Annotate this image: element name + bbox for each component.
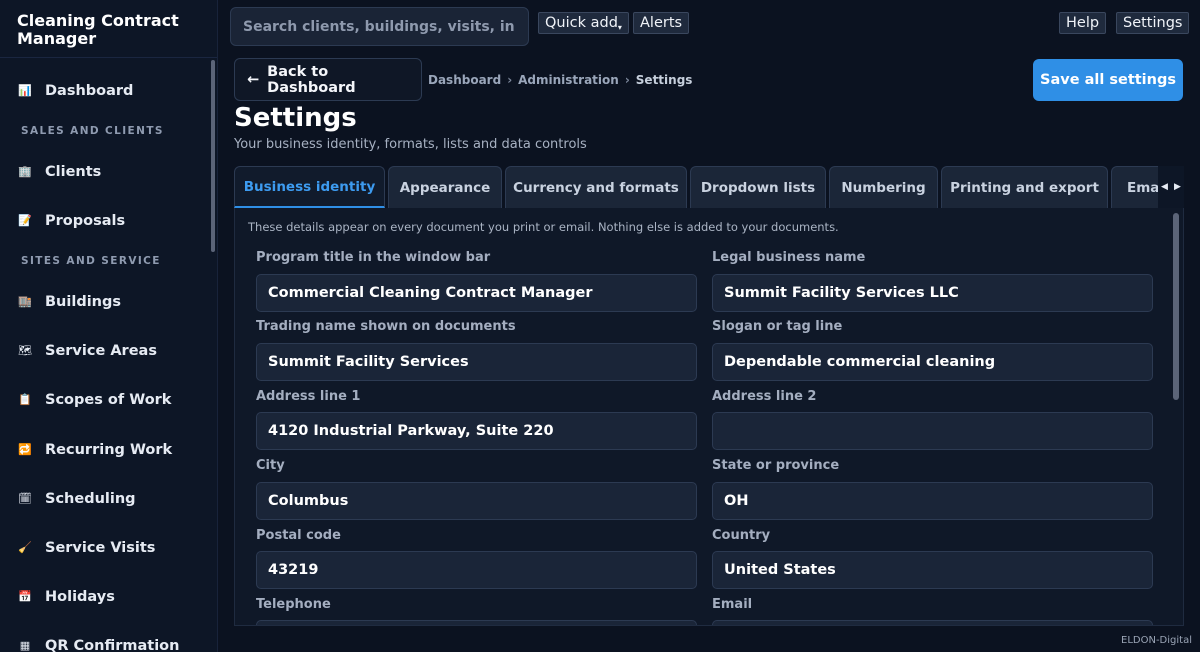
- chevron-right-icon[interactable]: ▶: [1171, 166, 1184, 208]
- sidebar-divider: [0, 57, 217, 58]
- sidebar-section-sites: SITES AND SERVICE: [21, 255, 161, 267]
- sidebar-item-scopes-of-work[interactable]: 📋 Scopes of Work: [0, 385, 210, 415]
- breadcrumb-administration[interactable]: Administration: [518, 73, 619, 87]
- sidebar-item-recurring-work[interactable]: 🔁 Recurring Work: [0, 435, 210, 465]
- calendar-spiral-icon: 🗓: [18, 492, 32, 505]
- tab-business-identity[interactable]: Business identity: [234, 166, 385, 208]
- telephone-field[interactable]: [256, 620, 697, 625]
- page-subtitle: Your business identity, formats, lists a…: [234, 137, 587, 152]
- breadcrumb: Dashboard › Administration › Settings: [428, 73, 692, 87]
- save-all-settings-button[interactable]: Save all settings: [1033, 59, 1183, 101]
- address-line-1-label: Address line 1: [256, 389, 361, 404]
- sidebar-item-label: Service Visits: [45, 540, 156, 556]
- program-title-label: Program title in the window bar: [256, 250, 491, 265]
- tab-appearance[interactable]: Appearance: [388, 166, 502, 208]
- sidebar-item-label: Holidays: [45, 589, 115, 605]
- page-title: Settings: [234, 103, 357, 133]
- address-line-2-field[interactable]: [712, 412, 1153, 450]
- broom-icon: 🧹: [18, 541, 32, 554]
- quick-add-label: Quick add: [545, 15, 618, 31]
- country-label: Country: [712, 528, 771, 543]
- breadcrumb-separator: ›: [624, 73, 630, 87]
- clipboard-icon: 📋: [18, 393, 32, 406]
- tab-scroll-controls: ◀ ▶: [1158, 166, 1184, 208]
- back-button-label: Back to Dashboard: [267, 63, 356, 96]
- qr-code-icon: ▦: [19, 639, 31, 652]
- state-label: State or province: [712, 458, 840, 473]
- sidebar-item-clients[interactable]: 🏢 Clients: [0, 157, 210, 187]
- tab-printing-and-export[interactable]: Printing and export: [941, 166, 1108, 208]
- panel-note: These details appear on every document y…: [248, 220, 839, 234]
- breadcrumb-separator: ›: [507, 73, 513, 87]
- legal-name-field[interactable]: [712, 274, 1153, 312]
- sidebar: Cleaning Contract Manager 📊 Dashboard SA…: [0, 0, 218, 652]
- calendar-icon: 📅: [18, 590, 32, 603]
- office-building-icon: 🏢: [18, 165, 32, 178]
- state-field[interactable]: [712, 482, 1153, 520]
- sidebar-item-label: Service Areas: [45, 343, 157, 359]
- country-field[interactable]: [712, 551, 1153, 589]
- postal-code-field[interactable]: [256, 551, 697, 589]
- slogan-field[interactable]: [712, 343, 1153, 381]
- address-line-1-field[interactable]: [256, 412, 697, 450]
- settings-tabs: Business identity Appearance Currency an…: [234, 166, 1184, 208]
- sidebar-item-dashboard[interactable]: 📊 Dashboard: [0, 76, 210, 106]
- panel-scrollbar[interactable]: [1173, 213, 1179, 400]
- sidebar-item-label: QR Confirmation: [45, 638, 180, 652]
- sidebar-item-label: Buildings: [45, 294, 121, 310]
- program-title-field[interactable]: [256, 274, 697, 312]
- sidebar-item-holidays[interactable]: 📅 Holidays: [0, 582, 210, 612]
- tab-dropdown-lists[interactable]: Dropdown lists: [690, 166, 826, 208]
- postal-code-label: Postal code: [256, 528, 341, 543]
- memo-icon: 📝: [18, 214, 32, 227]
- tab-numbering[interactable]: Numbering: [829, 166, 938, 208]
- sidebar-item-service-visits[interactable]: 🧹 Service Visits: [0, 533, 210, 563]
- back-to-dashboard-button[interactable]: ← Back to Dashboard: [234, 58, 422, 101]
- arrow-left-icon: ←: [247, 71, 260, 88]
- search-input[interactable]: [230, 7, 529, 46]
- business-identity-panel: These details appear on every document y…: [234, 208, 1184, 626]
- sidebar-item-label: Scheduling: [45, 491, 136, 507]
- breadcrumb-dashboard[interactable]: Dashboard: [428, 73, 501, 87]
- slogan-label: Slogan or tag line: [712, 319, 843, 334]
- city-label: City: [256, 458, 285, 473]
- help-button[interactable]: Help: [1059, 12, 1107, 34]
- sidebar-item-buildings[interactable]: 🏬 Buildings: [0, 287, 210, 317]
- sidebar-section-sales: SALES AND CLIENTS: [21, 125, 164, 137]
- sidebar-item-label: Scopes of Work: [45, 392, 172, 408]
- sidebar-item-service-areas[interactable]: 🗺 Service Areas: [0, 336, 210, 366]
- app-title: Cleaning Contract Manager: [17, 11, 179, 48]
- sidebar-item-label: Clients: [45, 164, 102, 180]
- sidebar-item-label: Recurring Work: [45, 442, 173, 458]
- footer-brand: ELDON-Digital: [1121, 635, 1192, 646]
- map-icon: 🗺: [18, 344, 32, 357]
- sidebar-item-proposals[interactable]: 📝 Proposals: [0, 206, 210, 236]
- buildings-icon: 🏬: [18, 295, 32, 308]
- email-field[interactable]: [712, 620, 1153, 625]
- alerts-button[interactable]: Alerts: [633, 12, 690, 34]
- sidebar-item-scheduling[interactable]: 🗓 Scheduling: [0, 484, 210, 514]
- sidebar-item-qr-confirmation[interactable]: ▦ QR Confirmation: [0, 631, 210, 652]
- sidebar-scrollbar[interactable]: [211, 60, 215, 252]
- tab-currency-and-formats[interactable]: Currency and formats: [505, 166, 687, 208]
- chart-icon: 📊: [18, 84, 32, 97]
- email-label: Email: [712, 597, 753, 612]
- trading-name-label: Trading name shown on documents: [256, 319, 516, 334]
- telephone-label: Telephone: [256, 597, 331, 612]
- city-field[interactable]: [256, 482, 697, 520]
- settings-button[interactable]: Settings: [1116, 12, 1190, 34]
- chevron-down-icon: ▾: [617, 23, 622, 32]
- quick-add-button[interactable]: Quick add▾: [538, 12, 629, 34]
- trading-name-field[interactable]: [256, 343, 697, 381]
- legal-name-label: Legal business name: [712, 250, 866, 265]
- address-line-2-label: Address line 2: [712, 389, 817, 404]
- repeat-icon: 🔁: [18, 443, 32, 456]
- breadcrumb-settings: Settings: [635, 73, 693, 87]
- chevron-left-icon[interactable]: ◀: [1158, 166, 1171, 208]
- sidebar-item-label: Dashboard: [45, 83, 134, 99]
- sidebar-item-label: Proposals: [45, 213, 126, 229]
